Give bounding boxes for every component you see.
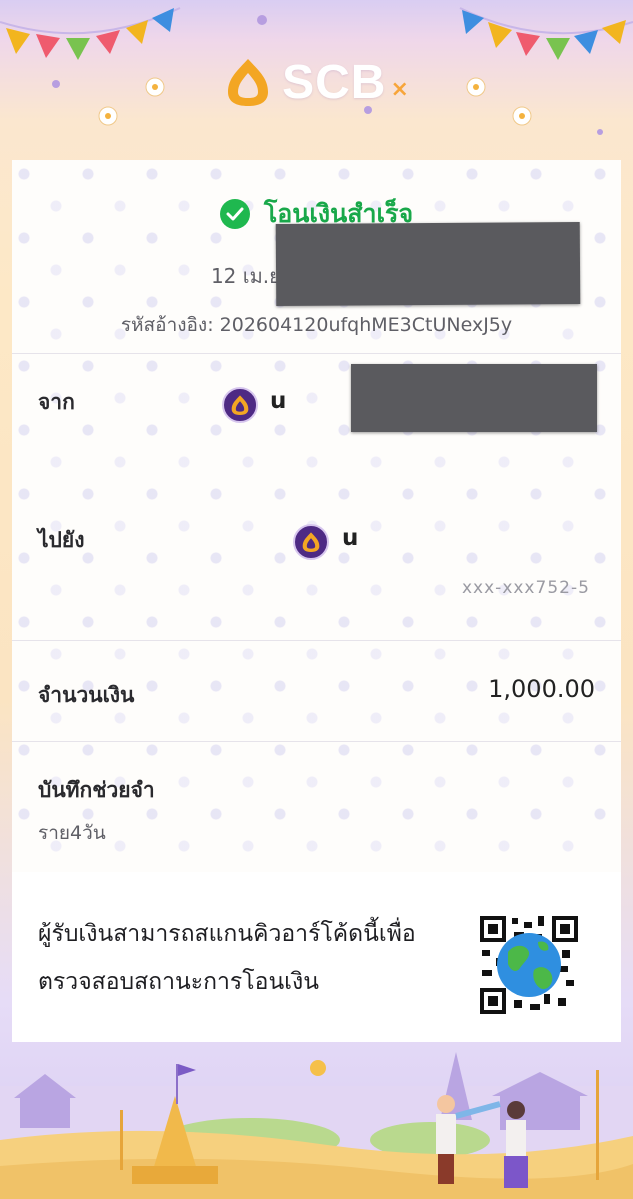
to-account-row: ไปยัง u xxx-xxx752-5 <box>12 364 621 640</box>
recipient-name-visible: u <box>342 525 359 551</box>
memo-label: บันทึกช่วยจำ <box>38 778 155 802</box>
memo-row: บันทึกช่วยจำ ราย4วัน <box>12 742 621 872</box>
scb-lotus-icon <box>228 59 269 106</box>
sender-name-visible: u <box>270 388 287 414</box>
amount-label: จำนวนเงิน <box>38 683 135 707</box>
amount-row: จำนวนเงิน 1,000.00 <box>12 641 621 741</box>
reference-value: 202604120ufqhME3CtUNexJ5y <box>219 314 513 336</box>
qr-verify-section: ผู้รับเงินสามารถสแกนคิวอาร์โค้ดนี้เพื่อต… <box>12 872 621 1042</box>
scb-bank-icon <box>293 524 329 560</box>
verification-qr-code[interactable] <box>478 914 580 1016</box>
from-label: จาก <box>38 390 75 414</box>
check-circle-icon <box>219 199 250 229</box>
amount-value: 1,000.00 <box>488 675 595 703</box>
reference-line: รหัสอ้างอิง: 202604120ufqhME3CtUNexJ5y <box>12 310 621 340</box>
qr-instruction-text: ผู้รับเงินสามารถสแกนคิวอาร์โค้ดนี้เพื่อต… <box>38 921 416 995</box>
transfer-slip-card: โอนเงินสำเร็จ 12 เม.ย. 2569 - 16:19 รหัส… <box>12 160 621 1042</box>
recipient-account-number: xxx-xxx752-5 <box>462 578 590 598</box>
memo-value: ราย4วัน <box>38 822 106 844</box>
scb-logo: SCB × <box>0 52 633 112</box>
to-label: ไปยัง <box>38 528 85 552</box>
sender-redaction <box>275 221 581 307</box>
songkran-festival-illustration <box>0 1052 633 1199</box>
scb-bank-icon <box>222 387 258 423</box>
reference-label: รหัสอ้างอิง: <box>120 314 214 336</box>
brand-name: SCB <box>282 55 387 109</box>
brand-mark: × <box>390 76 409 102</box>
recipient-redaction <box>351 364 597 432</box>
